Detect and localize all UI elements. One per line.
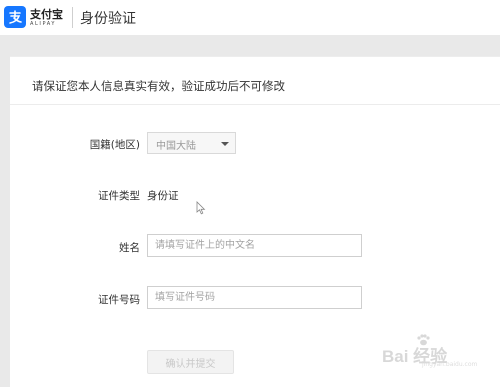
submit-button[interactable]: 确认并提交 [147, 350, 234, 374]
name-input[interactable] [147, 234, 362, 257]
logo-text: 支付宝 [30, 8, 63, 21]
watermark-url: jingyan.baidu.com [422, 361, 478, 368]
logo-subtext: ALIPAY [30, 21, 57, 27]
notice-divider [10, 104, 500, 105]
id-type-label: 证件类型 [98, 190, 140, 202]
id-number-label: 证件号码 [98, 294, 140, 306]
nationality-label: 国籍(地区) [89, 139, 140, 151]
nationality-value: 中国大陆 [156, 141, 196, 152]
header-divider [72, 7, 73, 28]
alipay-logo-icon[interactable] [4, 6, 26, 28]
page-title: 身份验证 [80, 11, 136, 27]
chevron-down-icon [221, 142, 229, 146]
nationality-select[interactable]: 中国大陆 [147, 132, 236, 154]
baidu-jingyan-watermark: Bai 经验 jingyan.baidu.com [382, 332, 492, 372]
notice-text: 请保证您本人信息真实有效，验证成功后不可修改 [32, 79, 285, 93]
id-number-input[interactable] [147, 286, 362, 309]
top-bar: 支付宝 ALIPAY 身份验证 [0, 0, 500, 35]
name-label: 姓名 [119, 242, 140, 254]
mouse-cursor-icon [196, 200, 206, 219]
id-type-value: 身份证 [147, 190, 179, 202]
